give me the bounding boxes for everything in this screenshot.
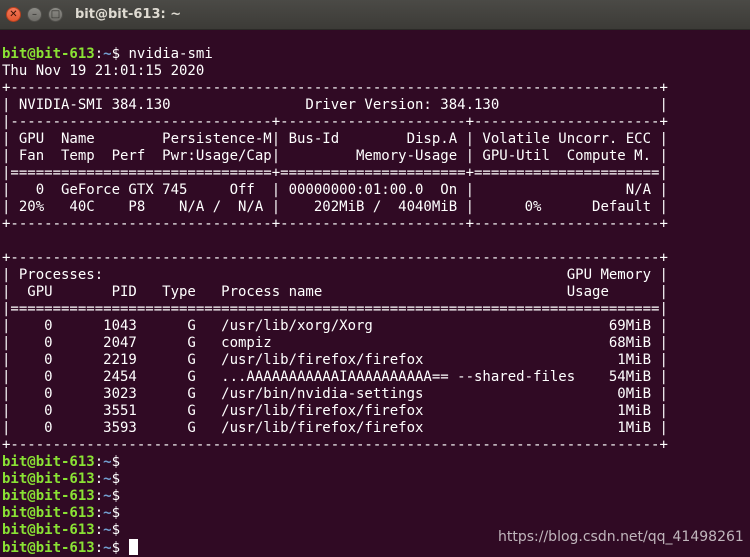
prompt-user-host: bit@bit-613	[2, 522, 95, 538]
prompt-separator: :	[94, 505, 104, 521]
prompt-user-host: bit@bit-613	[2, 454, 95, 470]
prompt-symbol: $	[111, 522, 121, 538]
window-title: bit@bit-613: ~	[75, 7, 182, 22]
table-line: +---------------------------------------…	[2, 80, 668, 96]
table-line: | 0 3593 G /usr/lib/firefox/firefox 1MiB…	[2, 420, 668, 436]
prompt-line: bit@bit-613:~$	[2, 471, 750, 488]
table-line: | Processes: GPU Memory |	[2, 267, 668, 283]
minimize-icon: –	[32, 8, 37, 20]
table-line: |-------------------------------+-------…	[2, 114, 668, 130]
close-icon: ✕	[9, 8, 18, 20]
prompt-separator: :	[94, 522, 104, 538]
maximize-icon: □	[50, 8, 61, 20]
table-line: | NVIDIA-SMI 384.130 Driver Version: 384…	[2, 97, 668, 113]
table-line: | 0 2454 G ...AAAAAAAAAAAIAAAAAAAAAA== -…	[2, 369, 668, 385]
close-window-button[interactable]: ✕	[6, 7, 21, 22]
table-line: +-------------------------------+-------…	[2, 216, 668, 232]
prompt-user-host: bit@bit-613	[2, 505, 95, 521]
prompt-line: bit@bit-613:~$	[2, 505, 750, 522]
minimize-window-button[interactable]: –	[27, 7, 42, 22]
table-line: | 0 1043 G /usr/lib/xorg/Xorg 69MiB |	[2, 318, 668, 334]
prompt-separator: :	[94, 471, 104, 487]
command-text: nvidia-smi	[120, 46, 213, 62]
prompt-separator: :	[94, 454, 104, 470]
prompt-symbol: $	[111, 488, 121, 504]
prompt-symbol: $	[111, 505, 121, 521]
prompt-symbol: $	[111, 471, 121, 487]
prompt-separator: :	[94, 46, 104, 62]
table-line: | 0 2047 G compiz 68MiB |	[2, 335, 668, 351]
prompt-path: ~	[103, 540, 112, 556]
table-line: |===============================+=======…	[2, 165, 668, 181]
table-line: | 0 GeForce GTX 745 Off | 00000000:01:00…	[2, 182, 668, 198]
table-line: +---------------------------------------…	[2, 250, 668, 266]
prompt-separator: :	[94, 540, 104, 556]
table-line: | 0 3023 G /usr/bin/nvidia-settings 0MiB…	[2, 386, 668, 402]
table-line: | Fan Temp Perf Pwr:Usage/Cap| Memory-Us…	[2, 148, 668, 164]
prompt-line: bit@bit-613:~$	[2, 488, 750, 505]
maximize-window-button[interactable]: □	[48, 7, 63, 22]
prompt-user-host: bit@bit-613	[2, 540, 95, 556]
table-line: | GPU Name Persistence-M| Bus-Id Disp.A …	[2, 131, 668, 147]
command-line: bit@bit-613:~$ nvidia-smi	[2, 46, 750, 63]
table-line: | 0 3551 G /usr/lib/firefox/firefox 1MiB…	[2, 403, 668, 419]
prompt-symbol: $	[111, 540, 121, 556]
prompt-user-host: bit@bit-613	[2, 488, 95, 504]
prompt-line: bit@bit-613:~$	[2, 454, 750, 471]
watermark: https://blog.csdn.net/qq_41498261	[498, 529, 744, 545]
prompt-user-host: bit@bit-613	[2, 46, 95, 62]
timestamp-line: Thu Nov 19 21:01:15 2020	[2, 63, 205, 79]
prompt-separator: :	[94, 488, 104, 504]
prompt-path: ~	[103, 46, 112, 62]
prompt-symbol: $	[111, 46, 121, 62]
text-cursor	[129, 539, 139, 555]
prompt-path: ~	[103, 454, 112, 470]
prompt-user-host: bit@bit-613	[2, 471, 95, 487]
table-line	[2, 233, 750, 250]
table-line: | 20% 40C P8 N/A / N/A | 202MiB / 4040Mi…	[2, 199, 668, 215]
terminal-output[interactable]: bit@bit-613:~$ nvidia-smi Thu Nov 19 21:…	[2, 46, 750, 556]
table-line: | 0 2219 G /usr/lib/firefox/firefox 1MiB…	[2, 352, 668, 368]
table-line: |=======================================…	[2, 301, 668, 317]
table-line: +---------------------------------------…	[2, 437, 668, 453]
window-titlebar[interactable]: ✕ – □ bit@bit-613: ~	[0, 0, 750, 30]
prompt-path: ~	[103, 471, 112, 487]
prompt-path: ~	[103, 522, 112, 538]
prompt-symbol: $	[111, 454, 121, 470]
prompt-path: ~	[103, 505, 112, 521]
prompt-path: ~	[103, 488, 112, 504]
table-line: | GPU PID Type Process name Usage |	[2, 284, 668, 300]
